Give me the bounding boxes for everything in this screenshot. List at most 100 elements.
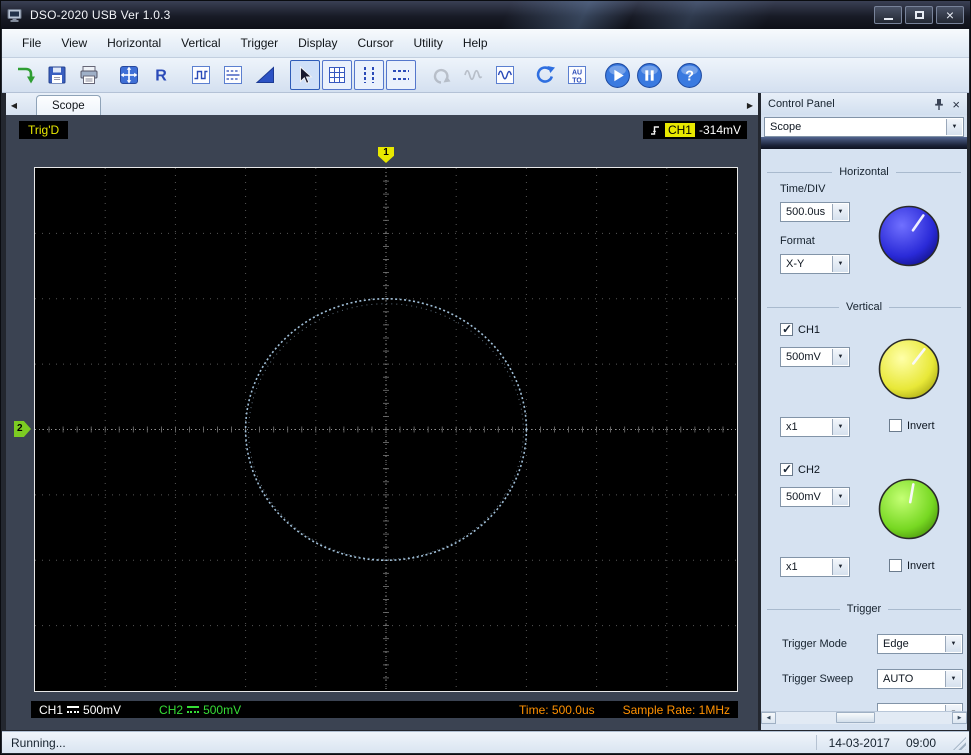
pause-icon [636,62,662,88]
tab-scroll-right-icon[interactable] [742,95,758,115]
auto-scale-button[interactable]: AU TO [562,60,592,90]
menu-view[interactable]: View [51,31,97,55]
open-button[interactable] [10,60,40,90]
waveform-icon [496,66,514,84]
trigger-sweep-select[interactable]: AUTO [877,669,963,689]
menu-utility[interactable]: Utility [403,31,452,55]
ch1-invert-checkbox[interactable]: Invert [889,419,935,432]
maximize-button[interactable] [905,6,933,24]
open-icon [18,67,35,84]
vertical-cursors-button[interactable] [354,60,384,90]
horizontal-scrollbar[interactable] [761,711,967,724]
print-button[interactable] [74,60,104,90]
trigger-mode-select[interactable]: Edge [877,634,963,654]
trigger-level-value: -314mV [698,123,741,137]
checkbox-box [780,462,793,476]
menu-vertical[interactable]: Vertical [171,31,230,55]
ramp-icon [255,66,274,83]
close-button[interactable] [936,6,964,24]
menu-cursor[interactable]: Cursor [347,31,403,55]
marker-2-handle[interactable]: 2 [14,421,31,437]
pause-button[interactable] [634,60,664,90]
ch2-invert-checkbox[interactable]: Invert [889,559,935,572]
panel-selector-value: Scope [770,121,802,133]
ch2-knob[interactable] [877,477,941,541]
menu-horizontal[interactable]: Horizontal [97,31,171,55]
status-text: Running... [11,735,66,750]
scope-display[interactable] [34,167,738,692]
tab-scope[interactable]: Scope [36,95,101,115]
ch2-enable-checkbox[interactable]: CH2 [780,462,820,476]
ch1-volts-select[interactable]: 500mV [780,347,850,367]
horizontal-cursors-button[interactable] [386,60,416,90]
chevron-down-icon [832,256,848,272]
refresh-icon [536,66,555,83]
filter-levels-button[interactable] [218,60,248,90]
auto-bottom-label: TO [572,77,582,84]
minimize-button[interactable] [874,6,902,24]
control-panel-body: Horizontal Time/DIV 500.0us Format X-Y V… [761,149,967,730]
ch2-probe-select[interactable]: x1 [780,557,850,577]
titlebar[interactable]: DSO-2020 USB Ver 1.0.3 [1,1,970,29]
ch2-volts-select[interactable]: 500mV [780,487,850,507]
scroll-thumb[interactable] [835,712,875,723]
status-datetime: 14-03-2017 09:00 [815,735,936,750]
panel-selector-dropdown[interactable]: Scope [764,117,964,137]
ramp-button[interactable] [250,60,280,90]
select-cursor-button[interactable] [290,60,320,90]
menu-help[interactable]: Help [453,31,498,55]
print-icon [80,66,98,84]
undo-icon [433,68,451,84]
undo-button [426,60,456,90]
tab-scroll-left-icon[interactable] [6,95,22,115]
waveform-button[interactable] [490,60,520,90]
checkbox-box [780,322,793,336]
save-icon [48,66,66,84]
trigger-mode-label: Trigger Mode [782,638,848,650]
help-glyph: ? [685,68,694,84]
grid-button[interactable] [322,60,352,90]
status-date: 14-03-2017 [828,735,890,750]
chevron-down-icon [945,636,961,652]
play-button[interactable] [602,60,632,90]
scope-region: Scope Trig'D CH1 -314mV 1 2 CH1 [6,93,758,730]
ch1-probe-select[interactable]: x1 [780,417,850,437]
vertical-section-header: Vertical [767,301,961,313]
status-divider [815,735,817,750]
panel-selector-row: Scope [761,115,967,137]
dc-coupling-icon [67,705,80,714]
menu-display[interactable]: Display [288,31,347,55]
square-wave-button[interactable] [186,60,216,90]
scroll-track[interactable] [776,712,952,724]
trigger-sweep-label: Trigger Sweep [782,673,854,685]
save-button[interactable] [42,60,72,90]
app-window: DSO-2020 USB Ver 1.0.3 File View Horizon… [0,0,971,755]
chevron-down-icon [832,204,848,220]
close-panel-icon[interactable] [952,98,960,111]
scroll-left-button[interactable] [761,712,776,724]
scope-plot [35,168,737,691]
trigger-readout: CH1 -314mV [642,121,747,139]
auto-set-button[interactable] [114,60,144,90]
help-button[interactable]: ? [674,60,704,90]
marker-1-handle[interactable]: 1 [378,147,394,163]
ch1-knob[interactable] [877,337,941,401]
horizontal-knob[interactable] [877,204,941,268]
menu-trigger[interactable]: Trigger [231,31,289,55]
scroll-right-button[interactable] [952,712,967,724]
record-button[interactable]: R [146,60,176,90]
ch2-readout-label: CH2 [159,702,184,717]
chevron-down-icon [832,489,848,505]
ch1-enable-checkbox[interactable]: CH1 [780,322,820,336]
ch1-readout-label: CH1 [39,702,64,717]
menu-file[interactable]: File [12,31,51,55]
trigger-section-header: Trigger [767,603,961,615]
control-panel-header: Control Panel [761,93,967,115]
format-select[interactable]: X-Y [780,254,850,274]
chevron-down-icon [832,349,848,365]
time-div-select[interactable]: 500.0us [780,202,850,222]
horizontal-section-header: Horizontal [767,166,961,178]
refresh-button[interactable] [530,60,560,90]
resize-grip[interactable] [953,737,966,750]
pin-icon[interactable] [934,98,944,111]
